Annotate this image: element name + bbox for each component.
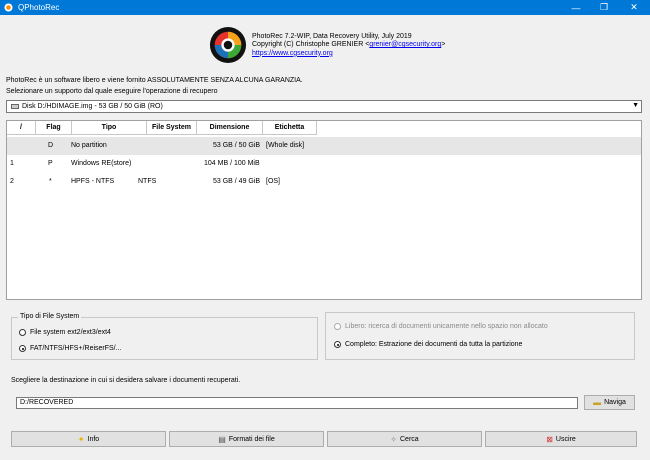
- col-flag[interactable]: Flag: [36, 121, 72, 135]
- partition-table[interactable]: / Flag Tipo File System Dimensione Etich…: [6, 120, 642, 300]
- col-number[interactable]: /: [7, 121, 36, 135]
- maximize-button[interactable]: ❐: [590, 0, 618, 15]
- website-link[interactable]: https://www.cgsecurity.org: [252, 50, 445, 58]
- disk-select-value: Disk D:/HDIMAGE.img - 53 GB / 50 GiB (RO…: [22, 103, 163, 110]
- close-button[interactable]: ✕: [620, 0, 648, 15]
- info-icon: ✦: [77, 434, 85, 444]
- search-scope-group: Libero: ricerca di documenti unicamente …: [325, 312, 635, 360]
- quit-icon: ⊠: [546, 434, 553, 444]
- window-title: QPhotoRec: [18, 3, 60, 12]
- col-size[interactable]: Dimensione: [197, 121, 263, 135]
- browse-button[interactable]: ▬ Naviga: [584, 395, 635, 410]
- radio-ext[interactable]: File system ext2/ext3/ext4: [19, 329, 111, 336]
- search-button[interactable]: ✧ Cerca: [327, 431, 482, 447]
- chevron-down-icon[interactable]: ▼: [632, 102, 639, 109]
- quit-button[interactable]: ⊠ Uscire: [485, 431, 637, 447]
- file-formats-icon: ▤: [218, 434, 226, 444]
- select-prompt: Selezionare un supporto dal quale esegui…: [6, 88, 218, 95]
- col-filesystem[interactable]: File System: [147, 121, 197, 135]
- table-header: / Flag Tipo File System Dimensione Etich…: [7, 121, 641, 135]
- destination-prompt: Scegliere la destinazione in cui si desi…: [11, 377, 241, 384]
- info-button[interactable]: ✦ Info: [11, 431, 166, 447]
- table-row[interactable]: D No partition 53 GB / 50 GiB [Whole dis…: [7, 137, 641, 155]
- col-label[interactable]: Etichetta: [263, 121, 317, 135]
- about-info: PhotoRec 7.2-WIP, Data Recovery Utility,…: [252, 33, 445, 58]
- radio-free-space[interactable]: Libero: ricerca di documenti unicamente …: [334, 323, 548, 330]
- radio-circle[interactable]: [19, 329, 26, 336]
- version-line: PhotoRec 7.2-WIP, Data Recovery Utility,…: [252, 33, 412, 40]
- qphotorec-app-icon: [4, 3, 13, 12]
- destination-input[interactable]: D:/RECOVERED: [16, 397, 578, 409]
- disk-select[interactable]: Disk D:/HDIMAGE.img - 53 GB / 50 GiB (RO…: [6, 100, 642, 113]
- minimize-button[interactable]: —: [562, 0, 590, 15]
- radio-circle-selected[interactable]: [334, 341, 341, 348]
- filesystem-type-label: Tipo di File System: [18, 313, 82, 320]
- license-notice: PhotoRec è un software libero e viene fo…: [6, 77, 303, 84]
- radio-circle-selected[interactable]: [19, 345, 26, 352]
- table-row[interactable]: 2 * HPFS - NTFS NTFS 53 GB / 49 GiB [OS]: [7, 173, 641, 191]
- radio-circle[interactable]: [334, 323, 341, 330]
- radio-fat-ntfs[interactable]: FAT/NTFS/HFS+/ReiserFS/...: [19, 345, 121, 352]
- file-formats-button[interactable]: ▤ Formati dei file: [169, 431, 324, 447]
- filesystem-type-group: Tipo di File System File system ext2/ext…: [11, 313, 318, 360]
- search-icon: ✧: [390, 434, 397, 444]
- status-bar: [0, 452, 650, 460]
- photorec-logo-icon: [209, 26, 247, 64]
- title-bar: QPhotoRec: [0, 0, 650, 15]
- radio-whole-partition[interactable]: Completo: Estrazione dei documenti da tu…: [334, 341, 522, 348]
- folder-icon: ▬: [593, 398, 602, 407]
- email-link[interactable]: grenier@cgsecurity.org: [369, 41, 441, 48]
- hard-disk-icon: [11, 104, 19, 109]
- col-type[interactable]: Tipo: [72, 121, 147, 135]
- copyright-line: Copyright (C) Christophe GRENIER <grenie…: [252, 41, 446, 49]
- table-row[interactable]: 1 P Windows RE(store) 104 MB / 100 MiB: [7, 155, 641, 173]
